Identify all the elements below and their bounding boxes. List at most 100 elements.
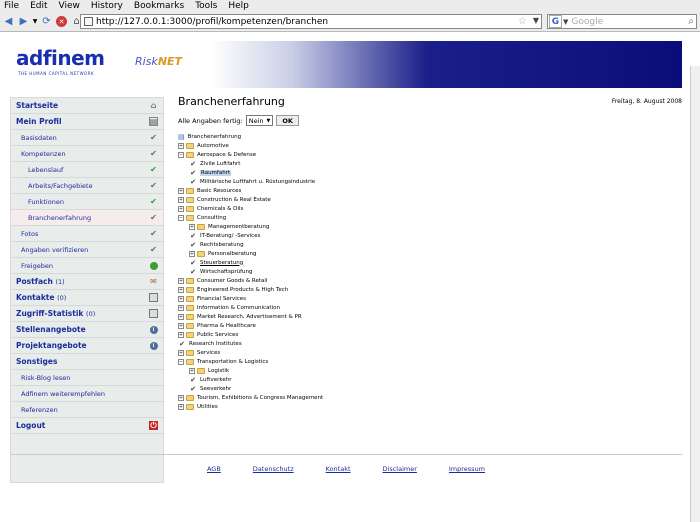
menu-view[interactable]: View — [59, 1, 80, 11]
tree-node[interactable]: + Personalberatung — [189, 249, 257, 258]
menu-tools[interactable]: Tools — [195, 1, 217, 11]
collapse-icon[interactable]: − — [178, 151, 184, 158]
menu-help[interactable]: Help — [228, 1, 249, 11]
sidebar-item-kontakte[interactable]: Kontakte (0) — [11, 290, 163, 306]
menu-edit[interactable]: Edit — [30, 1, 47, 11]
sidebar-item-kompetenzen[interactable]: Kompetenzen ✔ — [11, 146, 163, 162]
sidebar-item-referenzen[interactable]: Referenzen — [11, 402, 163, 418]
tree-node[interactable]: + Information & Communication — [178, 303, 280, 312]
sidebar-item-freigeben[interactable]: Freigeben — [11, 258, 163, 274]
tree-node[interactable]: ✔ Wirtschaftsprüfung — [189, 267, 252, 276]
sidebar-item-basisdaten[interactable]: Basisdaten ✔ — [11, 130, 163, 146]
tree-node[interactable]: + Logistik — [189, 366, 229, 375]
sidebar-item-angaben-verifizieren[interactable]: Angaben verifizieren ✔ — [11, 242, 163, 258]
menu-file[interactable]: File — [4, 1, 19, 11]
tree-node[interactable]: ✔ Raumfahrt — [189, 168, 232, 177]
footer-link-agb[interactable]: AGB — [207, 465, 221, 473]
expand-icon[interactable]: + — [189, 250, 195, 257]
expand-icon[interactable]: + — [178, 277, 184, 284]
url-bar[interactable]: http://127.0.0.1:3000/profil/kompetenzen… — [80, 14, 542, 29]
tree-node[interactable]: + Utilities — [178, 402, 218, 411]
ok-button[interactable]: OK — [276, 115, 299, 126]
expand-icon[interactable]: + — [178, 403, 184, 410]
tree-node[interactable]: ✔ IT-Beratung/ -Services — [189, 231, 260, 240]
sidebar-item-lebenslauf[interactable]: Lebenslauf ✔ — [11, 162, 163, 178]
collapse-icon[interactable]: − — [178, 214, 184, 221]
expand-icon[interactable]: + — [178, 187, 184, 194]
reload-icon[interactable]: ⟳ — [40, 15, 53, 28]
sidebar-item-startseite[interactable]: Startseite ⌂ — [11, 98, 163, 114]
back-icon[interactable]: ◀ — [2, 15, 15, 28]
vertical-scrollbar[interactable] — [690, 66, 700, 522]
footer-link-kontakt[interactable]: Kontakt — [326, 465, 351, 473]
collapse-icon[interactable]: − — [178, 358, 184, 365]
expand-icon[interactable]: + — [178, 142, 184, 149]
expand-icon[interactable]: + — [178, 331, 184, 338]
sidebar-item-mein-profil[interactable]: Mein Profil ▤ — [11, 114, 163, 130]
tree-node[interactable]: ✔ Research Institutes — [178, 339, 242, 348]
tree-node[interactable]: + Construction & Real Estate — [178, 195, 271, 204]
tree-node[interactable]: + Public Services — [178, 330, 238, 339]
sidebar-item-arbeits-fachgebiete[interactable]: Arbeits/Fachgebiete ✔ — [11, 178, 163, 194]
expand-icon[interactable]: + — [178, 205, 184, 212]
expand-icon[interactable]: + — [189, 367, 195, 374]
sidebar-item-fotos[interactable]: Fotos ✔ — [11, 226, 163, 242]
search-engine-dropdown-icon[interactable]: ▼ — [563, 18, 568, 26]
adfinem-logo[interactable]: adfinem — [16, 46, 105, 70]
tree-node[interactable]: ✔ Zivile Luftfahrt — [189, 159, 240, 168]
tree-node[interactable]: ✔ Seeverkehr — [189, 384, 231, 393]
tree-node[interactable]: + Financial Services — [178, 294, 246, 303]
search-input[interactable]: Google — [571, 17, 603, 27]
forward-icon[interactable]: ▶ — [17, 15, 30, 28]
tree-node[interactable]: ✔ Steuerberatung — [189, 258, 243, 267]
tree-node[interactable]: + Market Research, Advertisement & PR — [178, 312, 302, 321]
search-icon[interactable]: ⌕ — [688, 16, 694, 27]
sidebar-item-sonstiges[interactable]: Sonstiges — [11, 354, 163, 370]
google-icon[interactable]: G — [549, 15, 562, 28]
url-dropdown-icon[interactable]: ▼ — [533, 16, 539, 25]
bookmark-star-icon[interactable]: ☆ — [518, 16, 527, 27]
expand-icon[interactable]: + — [178, 286, 184, 293]
completion-select[interactable]: Nein ▼ — [245, 115, 274, 126]
sidebar-item-logout[interactable]: Logout ⏻ — [11, 418, 163, 434]
footer-link-datenschutz[interactable]: Datenschutz — [253, 465, 294, 473]
tree-node[interactable]: + Consumer Goods & Retail — [178, 276, 267, 285]
tree-node[interactable]: + Pharma & Healthcare — [178, 321, 256, 330]
sidebar-item-postfach[interactable]: Postfach (1) ✉ — [11, 274, 163, 290]
sidebar-item-projektangebote[interactable]: Projektangebote i — [11, 338, 163, 354]
menu-history[interactable]: History — [91, 1, 123, 11]
sidebar-item-risk-blog[interactable]: Risk-Blog lesen — [11, 370, 163, 386]
tree-node[interactable]: + Basic Resources — [178, 186, 241, 195]
search-box[interactable]: G ▼ Google ⌕ — [547, 14, 697, 29]
expand-icon[interactable]: + — [178, 394, 184, 401]
sidebar-item-zugriff-statistik[interactable]: Zugriff-Statistik (0) — [11, 306, 163, 322]
tree-node[interactable]: ✔ Rechtsberatung — [189, 240, 244, 249]
tree-node[interactable]: + Tourism, Exhibitions & Congress Managem… — [178, 393, 323, 402]
sidebar-item-funktionen[interactable]: Funktionen ✔ — [11, 194, 163, 210]
tree-node[interactable]: + Automotive — [178, 141, 229, 150]
footer-link-disclaimer[interactable]: Disclaimer — [383, 465, 417, 473]
expand-icon[interactable]: + — [178, 295, 184, 302]
expand-icon[interactable]: + — [178, 322, 184, 329]
expand-icon[interactable]: + — [189, 223, 195, 230]
footer-link-impressum[interactable]: Impressum — [449, 465, 485, 473]
tree-node[interactable]: − Transportation & Logistics — [178, 357, 268, 366]
tree-node[interactable]: ✔ Militärische Luftfahrt u. Rüstungsindus… — [189, 177, 315, 186]
sidebar-item-stellenangebote[interactable]: Stellenangebote i — [11, 322, 163, 338]
history-dropdown-icon[interactable]: ▼ — [32, 15, 38, 28]
expand-icon[interactable]: + — [178, 313, 184, 320]
tree-node[interactable]: + Chemicals & Oils — [178, 204, 243, 213]
tree-node[interactable]: − Consulting — [178, 213, 226, 222]
stop-icon[interactable]: ✕ — [55, 15, 68, 28]
expand-icon[interactable]: + — [178, 304, 184, 311]
tree-node[interactable]: + Engineered Products & High Tech — [178, 285, 288, 294]
sidebar-item-weiterempfehlen[interactable]: Adfinem weiterempfehlen — [11, 386, 163, 402]
expand-icon[interactable]: + — [178, 196, 184, 203]
sidebar-item-branchenerfahrung[interactable]: Branchenerfahrung ✔ — [11, 210, 163, 226]
tree-node[interactable]: − Aerospace & Defense — [178, 150, 256, 159]
expand-icon[interactable]: + — [178, 349, 184, 356]
tree-node[interactable]: + Services — [178, 348, 220, 357]
tree-node[interactable]: ✔ Luftverkehr — [189, 375, 231, 384]
tree-node[interactable]: + Managementberatung — [189, 222, 269, 231]
menu-bookmarks[interactable]: Bookmarks — [134, 1, 184, 11]
